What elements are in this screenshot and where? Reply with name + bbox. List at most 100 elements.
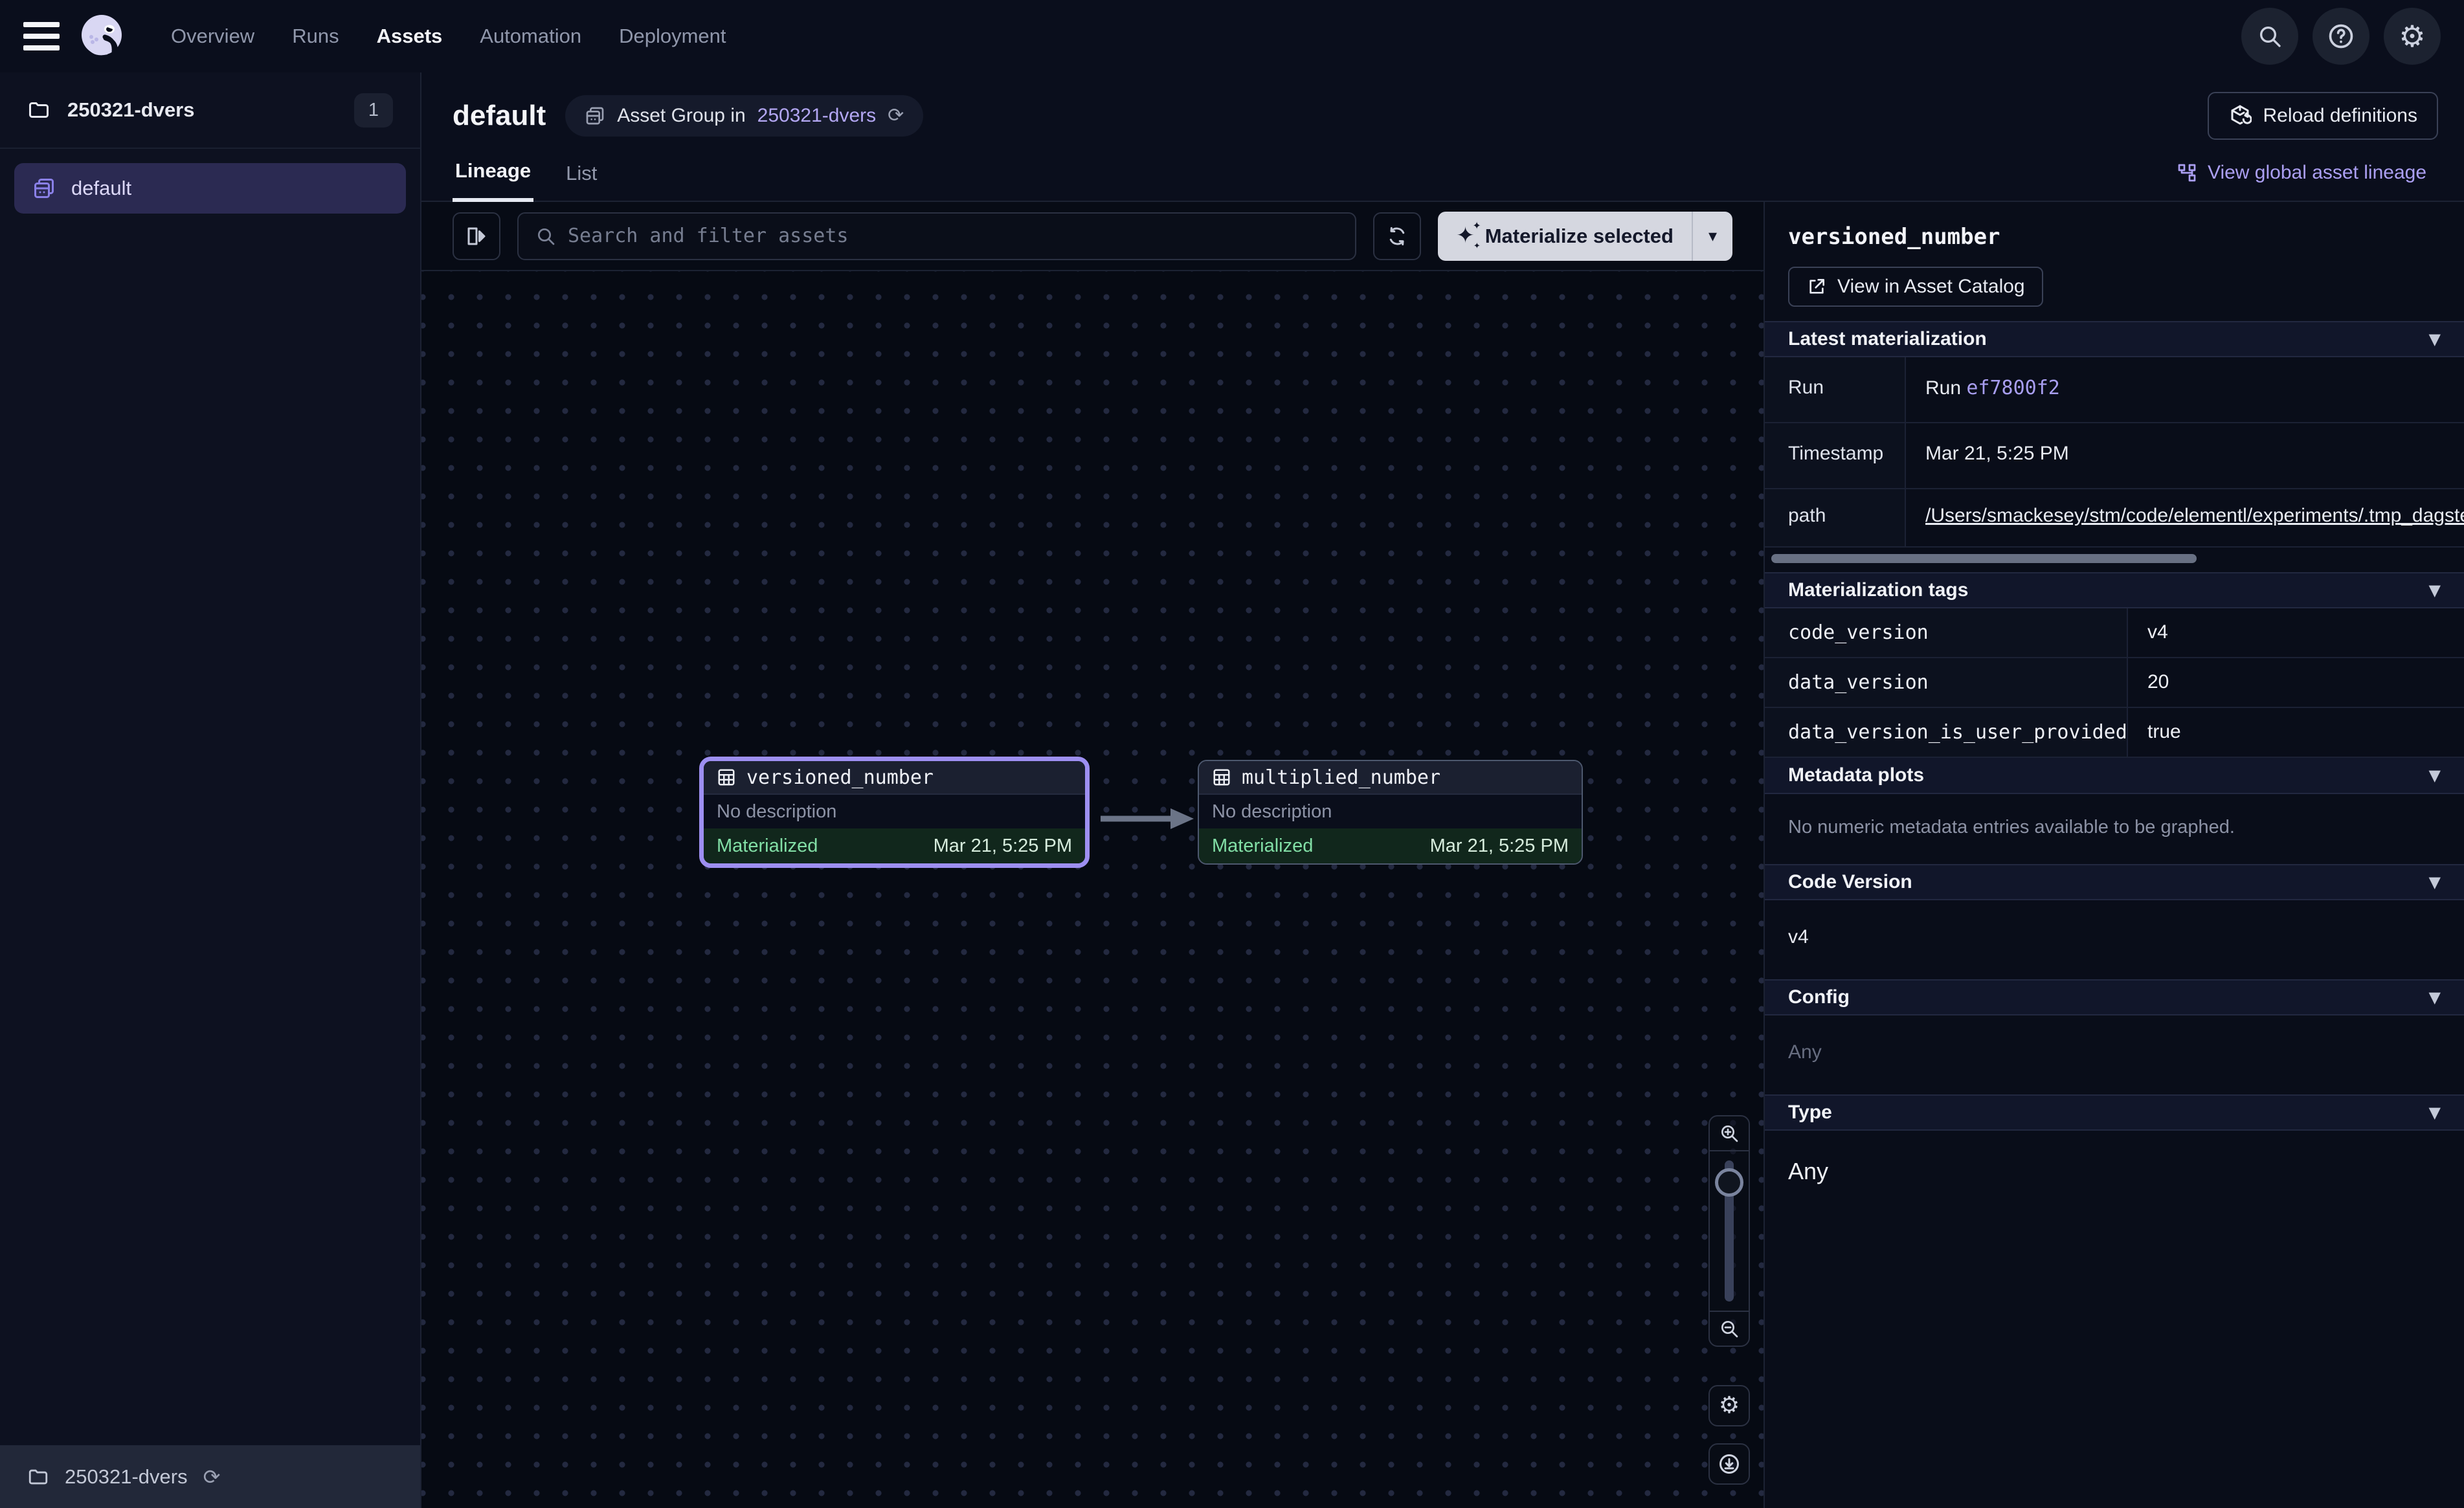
view-global-asset-lineage-label: View global asset lineage xyxy=(2208,162,2426,184)
search-input[interactable] xyxy=(568,225,1338,247)
lineage-graph-icon xyxy=(2177,162,2197,183)
help-icon[interactable] xyxy=(2313,8,2369,65)
asset-group-icon xyxy=(585,105,605,126)
row-value: Mar 21, 5:25 PM xyxy=(1906,423,2464,488)
asset-group-badge: Asset Group in 250321-dvers ⟳ xyxy=(565,95,923,137)
latest-timestamp-row: Timestamp Mar 21, 5:25 PM xyxy=(1765,423,2464,489)
asset-node-multiplied-number[interactable]: multiplied_number No description Materia… xyxy=(1198,760,1583,865)
section-config[interactable]: Config ▼ xyxy=(1765,979,2464,1015)
section-title: Type xyxy=(1788,1102,1832,1124)
view-global-asset-lineage-link[interactable]: View global asset lineage xyxy=(2177,162,2426,201)
sidebar-item-default-group[interactable]: default xyxy=(14,163,406,214)
asset-node-versioned-number[interactable]: versioned_number No description Material… xyxy=(699,757,1090,868)
chevron-down-icon: ▼ xyxy=(2429,768,2441,783)
refresh-graph-icon[interactable] xyxy=(1373,212,1421,260)
table-icon xyxy=(1212,768,1231,787)
latest-path-row: path /Users/smackesey/stm/code/elementl/… xyxy=(1765,489,2464,548)
section-title: Code Version xyxy=(1788,871,1912,893)
page-header: default Asset Group in 250321-dvers ⟳ xyxy=(421,72,2464,202)
lineage-edge-arrow xyxy=(1098,803,1198,834)
asset-node-status-row: Materialized Mar 21, 5:25 PM xyxy=(1199,828,1582,863)
nav-deployment[interactable]: Deployment xyxy=(619,25,726,48)
tag-value: true xyxy=(2128,708,2464,757)
zoom-in-icon[interactable] xyxy=(1710,1116,1749,1151)
row-key: Run xyxy=(1765,357,1906,422)
metadata-plots-empty-text: No numeric metadata entries available to… xyxy=(1788,817,2235,837)
reload-repo-icon[interactable]: ⟳ xyxy=(203,1467,221,1487)
tag-value: v4 xyxy=(2128,608,2464,657)
asset-node-description: No description xyxy=(704,795,1085,828)
graph-settings-gear-icon[interactable]: ⚙ xyxy=(1708,1385,1750,1426)
repo-name: 250321-dvers xyxy=(67,98,195,122)
reload-repo-icon[interactable]: ⟳ xyxy=(888,106,904,126)
nav-automation[interactable]: Automation xyxy=(480,25,581,48)
menu-icon[interactable] xyxy=(23,22,60,50)
sidebar-footer: 250321-dvers ⟳ xyxy=(0,1445,420,1508)
chevron-down-icon: ▼ xyxy=(2429,582,2441,598)
footer-repo-name: 250321-dvers xyxy=(65,1465,188,1489)
lineage-graph-canvas[interactable]: versioned_number No description Material… xyxy=(421,271,1764,1508)
tag-key: data_version_is_user_provided xyxy=(1765,708,2128,757)
folder-icon xyxy=(27,98,50,122)
section-materialization-tags[interactable]: Materialization tags ▼ xyxy=(1765,572,2464,608)
dagster-logo-icon[interactable] xyxy=(79,14,124,59)
sidebar-item-label: default xyxy=(71,177,131,200)
run-id-link[interactable]: ef7800f2 xyxy=(1966,377,2060,399)
status-badge: Materialized xyxy=(717,836,818,857)
chevron-down-icon: ▼ xyxy=(2429,331,2441,347)
chevron-down-icon: ▼ xyxy=(2429,990,2441,1005)
section-code-version[interactable]: Code Version ▼ xyxy=(1765,864,2464,900)
zoom-slider-thumb[interactable] xyxy=(1715,1168,1743,1197)
row-value: Run ef7800f2 xyxy=(1906,357,2464,422)
reload-definitions-button[interactable]: Reload definitions xyxy=(2208,92,2439,140)
nav-runs[interactable]: Runs xyxy=(292,25,339,48)
row-key: Timestamp xyxy=(1765,423,1906,488)
row-key: path xyxy=(1765,489,1906,546)
tag-key: data_version xyxy=(1765,658,2128,707)
scrollbar-thumb[interactable] xyxy=(1771,554,2197,563)
section-title: Metadata plots xyxy=(1788,764,1924,786)
view-tabs: Lineage List View global asset lineage xyxy=(453,159,2438,201)
section-title: Latest materialization xyxy=(1788,328,1987,350)
section-type[interactable]: Type ▼ xyxy=(1765,1094,2464,1131)
search-icon[interactable] xyxy=(2241,8,2298,65)
view-in-asset-catalog-label: View in Asset Catalog xyxy=(1837,276,2025,298)
code-version-value: v4 xyxy=(1788,926,1809,948)
reload-cube-icon xyxy=(2228,104,2252,128)
expand-sidebar-icon[interactable] xyxy=(453,212,500,260)
tag-key: code_version xyxy=(1765,608,2128,657)
view-in-asset-catalog-button[interactable]: View in Asset Catalog xyxy=(1788,267,2043,307)
settings-gear-icon[interactable]: ⚙ xyxy=(2384,8,2441,65)
repo-count-badge: 1 xyxy=(354,93,393,128)
asset-groups-sidebar: 250321-dvers 1 default 250321-dvers ⟳ xyxy=(0,72,421,1508)
materialization-timestamp: Mar 21, 5:25 PM xyxy=(934,836,1072,857)
download-graph-icon[interactable] xyxy=(1708,1443,1750,1485)
chevron-down-icon: ▼ xyxy=(2429,874,2441,890)
materialize-dropdown-caret[interactable]: ▾ xyxy=(1693,228,1732,245)
horizontal-scrollbar xyxy=(1771,550,2458,567)
sidebar-repo-row[interactable]: 250321-dvers 1 xyxy=(0,72,420,149)
section-title: Config xyxy=(1788,986,1850,1008)
zoom-controls xyxy=(1708,1115,1750,1347)
config-value: Any xyxy=(1788,1041,1822,1063)
external-link-icon xyxy=(1806,276,1827,297)
materialize-selected-button[interactable]: ✦ ✦ ✦ Materialize selected ▾ xyxy=(1438,212,1732,261)
zoom-slider[interactable] xyxy=(1710,1151,1749,1311)
zoom-out-icon[interactable] xyxy=(1710,1311,1749,1346)
tab-lineage[interactable]: Lineage xyxy=(453,159,533,202)
badge-repo-link[interactable]: 250321-dvers xyxy=(757,105,876,127)
nav-assets[interactable]: Assets xyxy=(377,25,443,48)
asset-node-name: multiplied_number xyxy=(1242,766,1440,789)
section-latest-materialization[interactable]: Latest materialization ▼ xyxy=(1765,321,2464,357)
materialize-selected-label: Materialize selected xyxy=(1485,225,1674,248)
nav-overview[interactable]: Overview xyxy=(171,25,254,48)
selected-asset-title: versioned_number xyxy=(1788,224,2441,250)
section-metadata-plots[interactable]: Metadata plots ▼ xyxy=(1765,758,2464,794)
chevron-down-icon: ▼ xyxy=(2429,1105,2441,1120)
materialization-timestamp: Mar 21, 5:25 PM xyxy=(1430,836,1569,857)
badge-prefix: Asset Group in xyxy=(617,105,745,127)
tab-list[interactable]: List xyxy=(563,162,599,201)
path-link[interactable]: /Users/smackesey/stm/code/elementl/exper… xyxy=(1925,505,2464,527)
tag-row: data_version_is_user_provided true xyxy=(1765,708,2464,758)
page-title: default xyxy=(453,100,546,132)
